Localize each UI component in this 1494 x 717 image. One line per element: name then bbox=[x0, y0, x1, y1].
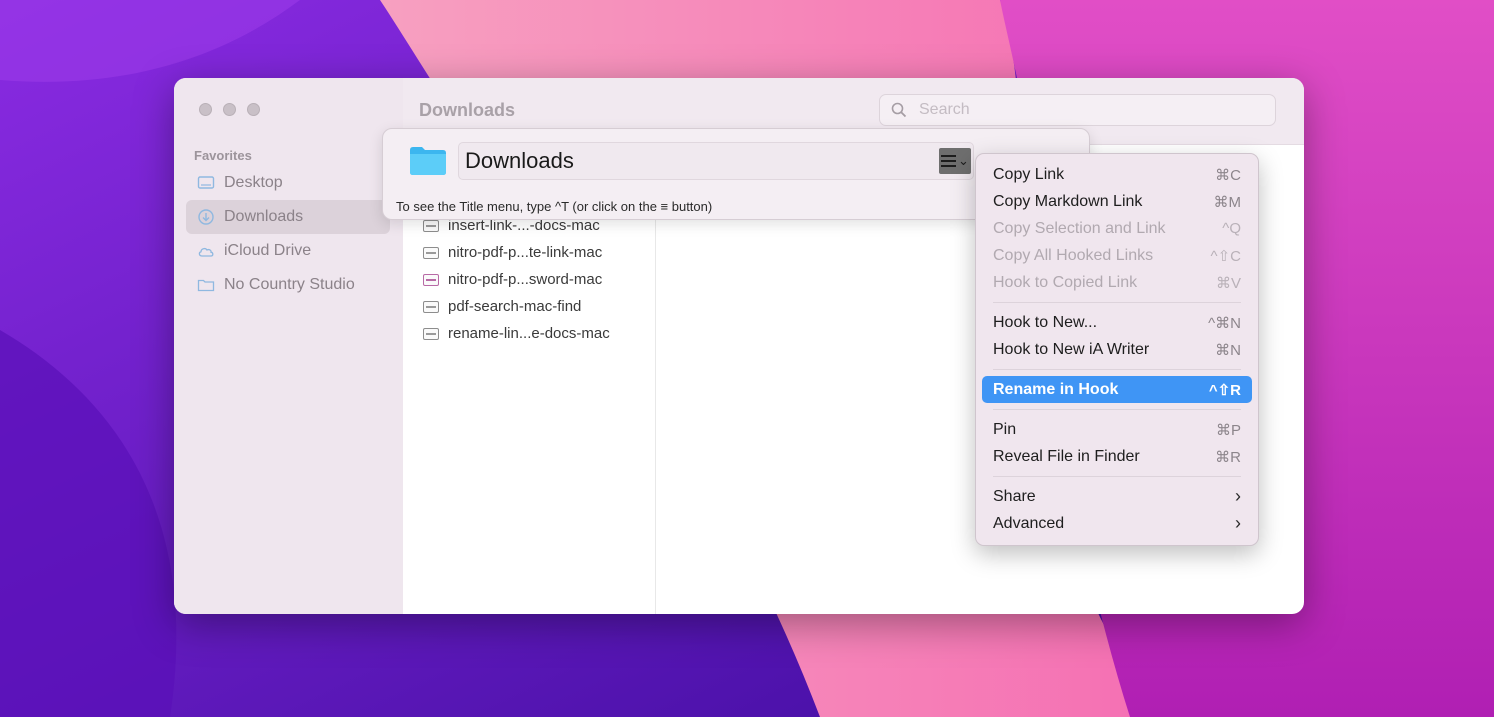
list-item[interactable]: nitro-pdf-p...te-link-mac bbox=[423, 239, 610, 266]
desktop-icon bbox=[197, 174, 215, 192]
menu-item-advanced[interactable]: Advanced › bbox=[982, 510, 1252, 537]
chevron-right-icon: › bbox=[1235, 513, 1241, 534]
menu-separator bbox=[993, 302, 1241, 303]
menu-separator bbox=[993, 409, 1241, 410]
shortcut: ⌘P bbox=[1216, 421, 1241, 439]
menu-item-label: Share bbox=[993, 488, 1036, 506]
menu-item-label: Copy Markdown Link bbox=[993, 193, 1142, 211]
sidebar-item-label: No Country Studio bbox=[224, 276, 355, 294]
menu-item-hook-to-copied-link[interactable]: Hook to Copied Link ⌘V bbox=[982, 269, 1252, 296]
search-input[interactable] bbox=[917, 100, 1261, 120]
shortcut: ⌘M bbox=[1214, 193, 1242, 211]
sidebar-heading: Favorites bbox=[194, 148, 252, 163]
menu-item-share[interactable]: Share › bbox=[982, 483, 1252, 510]
shortcut: ^Q bbox=[1222, 220, 1241, 237]
window-title: Downloads bbox=[419, 100, 515, 121]
menu-item-copy-link[interactable]: Copy Link ⌘C bbox=[982, 161, 1252, 188]
menu-item-label: Hook to Copied Link bbox=[993, 274, 1137, 292]
menu-item-label: Advanced bbox=[993, 515, 1064, 533]
file-name: pdf-search-mac-find bbox=[448, 298, 581, 315]
search-icon bbox=[890, 101, 908, 119]
file-name: nitro-pdf-p...te-link-mac bbox=[448, 244, 602, 261]
menu-item-label: Copy Link bbox=[993, 166, 1064, 184]
hint-text: To see the Title menu, type ^T (or click… bbox=[396, 199, 712, 214]
folder-icon bbox=[409, 146, 447, 176]
list-item[interactable]: rename-lin...e-docs-mac bbox=[423, 320, 610, 347]
hamburger-icon bbox=[941, 155, 956, 167]
folder-icon bbox=[197, 276, 215, 294]
menu-item-copy-markdown-link[interactable]: Copy Markdown Link ⌘M bbox=[982, 188, 1252, 215]
menu-item-rename-in-hook[interactable]: Rename in Hook ^⇧R bbox=[982, 376, 1252, 403]
window-controls bbox=[199, 103, 260, 116]
shortcut: ^⇧R bbox=[1209, 381, 1241, 399]
file-icon bbox=[423, 274, 439, 286]
chevron-down-icon: ⌄ bbox=[958, 153, 969, 169]
search-field[interactable] bbox=[879, 94, 1276, 126]
chevron-right-icon: › bbox=[1235, 486, 1241, 507]
menu-item-label: Reveal File in Finder bbox=[993, 448, 1140, 466]
sidebar: Favorites Desktop Downloads iCloud Drive bbox=[174, 78, 404, 614]
file-icon bbox=[423, 328, 439, 340]
cloud-icon bbox=[197, 242, 215, 260]
menu-item-label: Copy Selection and Link bbox=[993, 220, 1166, 238]
close-button[interactable] bbox=[199, 103, 212, 116]
shortcut: ⌘R bbox=[1215, 448, 1241, 466]
menu-separator bbox=[993, 476, 1241, 477]
title-menu-button[interactable]: ⌄ bbox=[939, 148, 971, 174]
sidebar-item-icloud-drive[interactable]: iCloud Drive bbox=[186, 234, 390, 268]
file-icon bbox=[423, 220, 439, 232]
file-name: rename-lin...e-docs-mac bbox=[448, 325, 610, 342]
menu-item-copy-all-hooked-links[interactable]: Copy All Hooked Links ^⇧C bbox=[982, 242, 1252, 269]
shortcut: ^⌘N bbox=[1208, 314, 1241, 332]
sidebar-item-label: iCloud Drive bbox=[224, 242, 311, 260]
menu-item-pin[interactable]: Pin ⌘P bbox=[982, 416, 1252, 443]
download-icon bbox=[197, 208, 215, 226]
zoom-button[interactable] bbox=[247, 103, 260, 116]
minimize-button[interactable] bbox=[223, 103, 236, 116]
list-item[interactable]: nitro-pdf-p...sword-mac bbox=[423, 266, 610, 293]
menu-item-hook-to-new-ia-writer[interactable]: Hook to New iA Writer ⌘N bbox=[982, 336, 1252, 363]
list-item[interactable]: pdf-search-mac-find bbox=[423, 293, 610, 320]
hook-title-field[interactable]: Downloads bbox=[458, 142, 974, 180]
sidebar-item-downloads[interactable]: Downloads bbox=[186, 200, 390, 234]
file-list: insert-link-...-docs-mac nitro-pdf-p...t… bbox=[423, 212, 610, 347]
sidebar-list: Desktop Downloads iCloud Drive No Countr… bbox=[186, 166, 390, 302]
menu-item-label: Pin bbox=[993, 421, 1016, 439]
shortcut: ⌘N bbox=[1215, 341, 1241, 359]
menu-item-hook-to-new[interactable]: Hook to New... ^⌘N bbox=[982, 309, 1252, 336]
hook-context-menu: Copy Link ⌘C Copy Markdown Link ⌘M Copy … bbox=[975, 153, 1259, 546]
sidebar-item-label: Downloads bbox=[224, 208, 303, 226]
menu-item-label: Rename in Hook bbox=[993, 381, 1118, 399]
menu-item-reveal-file-in-finder[interactable]: Reveal File in Finder ⌘R bbox=[982, 443, 1252, 470]
shortcut: ⌘C bbox=[1215, 166, 1241, 184]
menu-separator bbox=[993, 369, 1241, 370]
shortcut: ^⇧C bbox=[1211, 247, 1241, 265]
menu-item-copy-selection-and-link[interactable]: Copy Selection and Link ^Q bbox=[982, 215, 1252, 242]
file-icon bbox=[423, 247, 439, 259]
menu-item-label: Copy All Hooked Links bbox=[993, 247, 1153, 265]
menu-item-label: Hook to New iA Writer bbox=[993, 341, 1149, 359]
file-name: nitro-pdf-p...sword-mac bbox=[448, 271, 602, 288]
menu-item-label: Hook to New... bbox=[993, 314, 1097, 332]
file-icon bbox=[423, 301, 439, 313]
sidebar-item-label: Desktop bbox=[224, 174, 283, 192]
sidebar-item-no-country-studio[interactable]: No Country Studio bbox=[186, 268, 390, 302]
sidebar-item-desktop[interactable]: Desktop bbox=[186, 166, 390, 200]
shortcut: ⌘V bbox=[1216, 274, 1241, 292]
